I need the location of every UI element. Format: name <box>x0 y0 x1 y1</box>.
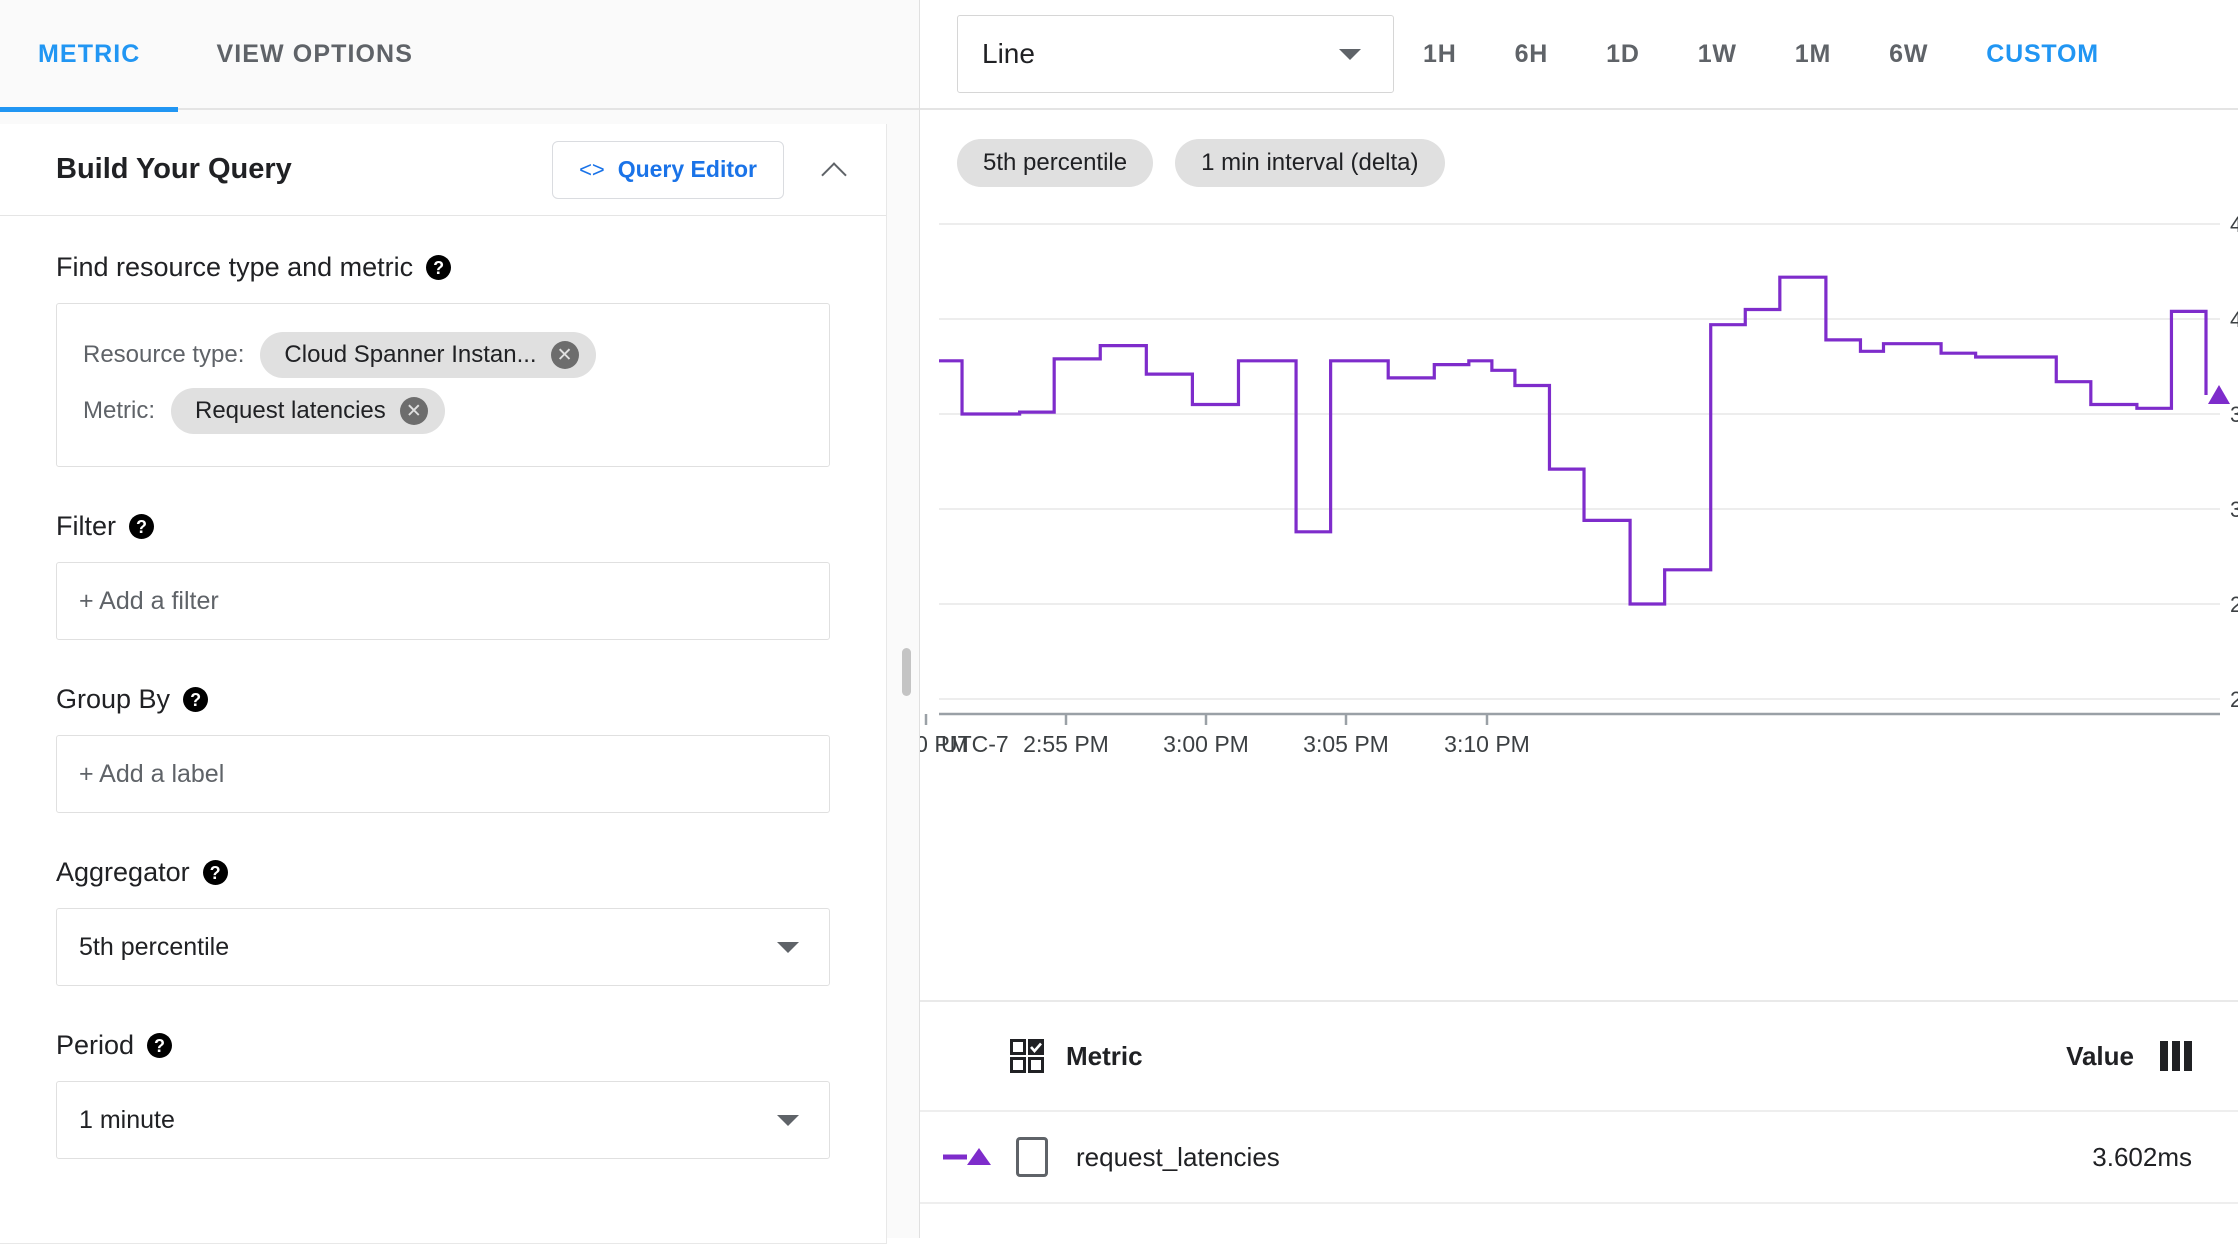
resource-type-chip[interactable]: Cloud Spanner Instan... ✕ <box>260 332 596 378</box>
metric-row: Metric: Request latencies ✕ <box>83 388 803 434</box>
y-axis-tick-label: 2.5ms <box>2230 592 2238 617</box>
time-range-buttons: 1H 6H 1D 1W 1M 6W CUSTOM <box>1394 40 2128 69</box>
close-icon[interactable]: ✕ <box>550 341 579 369</box>
resource-type-label: Resource type: <box>83 341 245 368</box>
left-config-panel: METRIC VIEW OPTIONS Build Your Query < >… <box>0 0 920 1244</box>
y-axis-tick-label: 4ms <box>2230 307 2238 332</box>
panel-tabs: METRIC VIEW OPTIONS <box>0 0 920 112</box>
resource-type-chip-label: Cloud Spanner Instan... <box>284 341 537 368</box>
range-button-1d[interactable]: 1D <box>1577 40 1669 69</box>
legend-header-left: Metric <box>920 1039 1143 1073</box>
series-line <box>939 275 2208 606</box>
help-icon[interactable]: ? <box>426 255 452 280</box>
line-triangle-marker <box>940 1144 998 1170</box>
tab-metric[interactable]: METRIC <box>0 32 179 112</box>
group-by-section-label: Group By ? <box>56 684 830 715</box>
group-by-input[interactable]: + Add a label <box>56 735 830 813</box>
period-section-label: Period ? <box>56 1030 830 1061</box>
aggregator-label-text: Aggregator <box>56 857 190 887</box>
period-select[interactable]: 1 minute <box>56 1081 830 1159</box>
y-axis-tick-label: 3.5ms <box>2230 402 2238 427</box>
line-chart[interactable]: 4.5ms4ms3.5ms3ms2.5ms2msUTC-72:45 PM2:50… <box>920 194 2238 1000</box>
metric-chip-label: Request latencies <box>195 397 386 424</box>
help-icon[interactable]: ? <box>147 1033 173 1058</box>
group-by-placeholder: + Add a label <box>79 759 225 788</box>
chart-type-select[interactable]: Line <box>957 15 1394 93</box>
build-query-body: Find resource type and metric ? Resource… <box>0 216 886 1243</box>
find-resource-section-label: Find resource type and metric ? <box>56 252 830 283</box>
chart-type-value: Line <box>982 38 1035 69</box>
left-panel-scrollbar[interactable] <box>900 0 912 1238</box>
y-axis-tick-label: 4.5ms <box>2230 212 2238 237</box>
filter-label-text: Filter <box>56 511 116 541</box>
period-value: 1 minute <box>79 1105 175 1134</box>
scrollbar-thumb[interactable] <box>902 648 911 696</box>
legend-series-name: request_latencies <box>1076 1141 1280 1172</box>
period-label-text: Period <box>56 1030 135 1060</box>
table-row[interactable]: request_latencies 3.602ms <box>920 1112 2238 1204</box>
x-axis-tick-label: 3:00 PM <box>1163 731 1249 757</box>
chip-aggregator[interactable]: 5th percentile <box>957 139 1154 187</box>
x-axis-tick-label: 2:55 PM <box>1023 731 1109 757</box>
aggregator-value: 5th percentile <box>79 932 230 961</box>
page-title: Build Your Query <box>56 153 292 185</box>
filter-placeholder: + Add a filter <box>79 586 219 615</box>
filter-input[interactable]: + Add a filter <box>56 562 830 640</box>
help-icon[interactable]: ? <box>183 687 209 712</box>
chevron-down-icon <box>1339 48 1361 60</box>
legend-table: Metric Value request_latencies 3.602ms <box>920 1000 2238 1238</box>
legend-series-value: 3.602ms <box>2092 1141 2192 1172</box>
range-button-1m[interactable]: 1M <box>1766 40 1860 69</box>
chevron-down-icon <box>777 941 799 953</box>
range-button-6h[interactable]: 6H <box>1486 40 1578 69</box>
legend-value-column-header: Value <box>2066 1040 2134 1071</box>
legend-header-right: Value <box>2066 1041 2192 1072</box>
x-axis-tick-label: 2:50 PM <box>920 731 969 757</box>
y-axis-tick-label: 2ms <box>2230 687 2238 712</box>
close-icon[interactable]: ✕ <box>399 397 428 425</box>
chevron-up-icon[interactable] <box>820 155 850 185</box>
range-button-1w[interactable]: 1W <box>1669 40 1766 69</box>
range-button-custom[interactable]: CUSTOM <box>1957 40 2128 69</box>
aggregator-section-label: Aggregator ? <box>56 857 830 888</box>
columns-icon[interactable] <box>2160 1041 2192 1071</box>
code-brackets-icon: < > <box>579 156 605 182</box>
unchecked-checkbox[interactable] <box>1016 1137 1048 1177</box>
x-axis-tick-label: 3:10 PM <box>1444 731 1530 757</box>
grid-checkbox-icon[interactable] <box>1010 1039 1044 1073</box>
aggregator-select[interactable]: 5th percentile <box>56 908 830 986</box>
chart-chips-row: 5th percentile 1 min interval (delta) <box>920 110 2238 194</box>
x-axis-tick-label: 3:05 PM <box>1303 731 1389 757</box>
help-icon[interactable]: ? <box>202 860 228 885</box>
series-end-marker <box>2208 385 2230 404</box>
query-editor-label: Query Editor <box>617 156 757 182</box>
filter-section-label: Filter ? <box>56 511 830 542</box>
range-button-1h[interactable]: 1H <box>1394 40 1486 69</box>
tab-metric-label: METRIC <box>38 40 141 68</box>
build-query-header: Build Your Query < > Query Editor <box>0 124 886 216</box>
legend-header-row: Metric Value <box>920 1002 2238 1112</box>
metric-label: Metric: <box>83 397 155 424</box>
metric-chip[interactable]: Request latencies ✕ <box>171 388 445 434</box>
chart-toolbar: Line 1H 6H 1D 1W 1M 6W CUSTOM <box>920 0 2238 110</box>
resource-metric-box: Resource type: Cloud Spanner Instan... ✕… <box>56 303 830 467</box>
build-query-card: Build Your Query < > Query Editor Find r… <box>0 124 887 1244</box>
resource-type-row: Resource type: Cloud Spanner Instan... ✕ <box>83 332 803 378</box>
group-by-label-text: Group By <box>56 684 171 714</box>
range-button-6w[interactable]: 6W <box>1860 40 1957 69</box>
find-resource-label-text: Find resource type and metric <box>56 252 414 282</box>
chip-interval[interactable]: 1 min interval (delta) <box>1175 139 1445 187</box>
tab-view-options[interactable]: VIEW OPTIONS <box>178 32 451 110</box>
chevron-down-icon <box>777 1114 799 1126</box>
legend-metric-column-header: Metric <box>1066 1040 1143 1071</box>
help-icon[interactable]: ? <box>129 514 154 539</box>
chart-panel: Line 1H 6H 1D 1W 1M 6W CUSTOM 5th percen… <box>920 0 2238 1238</box>
y-axis-tick-label: 3ms <box>2230 497 2238 522</box>
tab-view-options-label: VIEW OPTIONS <box>216 40 413 68</box>
query-editor-button[interactable]: < > Query Editor <box>552 140 784 199</box>
monitoring-metrics-explorer: METRIC VIEW OPTIONS Build Your Query < >… <box>0 0 2238 1244</box>
chart-svg: 4.5ms4ms3.5ms3ms2.5ms2msUTC-72:45 PM2:50… <box>920 212 2238 757</box>
